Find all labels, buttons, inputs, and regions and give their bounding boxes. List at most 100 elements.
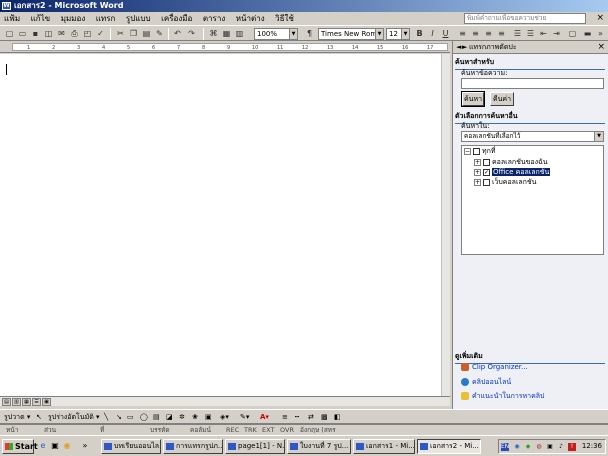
redo-icon[interactable]: ↷ — [186, 28, 197, 39]
decrease-indent-icon[interactable]: ⇤ — [538, 28, 549, 39]
email-icon[interactable]: ✉ — [56, 28, 67, 39]
task-pane-header[interactable]: ◄ ► แทรกภาพตัดปะ × — [453, 41, 608, 54]
toolbar-options-icon[interactable]: » — [595, 28, 606, 39]
arrow-icon[interactable]: ↘ — [116, 412, 122, 423]
insert-table-icon[interactable]: ▥ — [234, 28, 245, 39]
word-app-icon[interactable]: W — [2, 2, 11, 10]
show-desktop-icon[interactable]: ▣ — [50, 441, 60, 451]
copy-icon[interactable]: ❐ — [128, 28, 139, 39]
menu-table[interactable]: ตาราง — [199, 12, 229, 25]
menu-window[interactable]: หน้าต่าง — [232, 12, 269, 25]
close-document-icon[interactable]: × — [596, 12, 604, 25]
italic-button[interactable]: I — [427, 28, 438, 39]
taskbar-button-6[interactable]: เอกสาร2 - Mi... — [417, 439, 481, 454]
border-icon[interactable]: ▢ — [567, 28, 578, 39]
print-preview-icon[interactable]: ◰ — [82, 28, 93, 39]
font-select[interactable]: Times New Roman ▼ — [318, 28, 384, 40]
taskbar-button-5[interactable]: เอกสาร1 - Mi... — [353, 439, 415, 454]
oval-icon[interactable]: ◯ — [140, 412, 148, 423]
search-input[interactable] — [461, 78, 604, 89]
menu-file[interactable]: แฟ้ม — [0, 12, 24, 25]
justify-icon[interactable]: ≡ — [496, 28, 507, 39]
new-document-icon[interactable]: ▢ — [4, 28, 15, 39]
tray-alert-icon[interactable]: ! — [568, 443, 576, 451]
taskbar-button-2[interactable]: การแทรกรูปภ... — [163, 439, 223, 454]
checkbox-unchecked-icon[interactable] — [483, 158, 490, 166]
normal-view-icon[interactable]: ▤ — [2, 398, 11, 406]
quicklaunch-more-icon[interactable]: » — [80, 441, 90, 451]
taskbar-button-4[interactable]: ใบงานที่ 7 รูป... — [287, 439, 351, 454]
clipart-icon[interactable]: ❀ — [192, 412, 198, 423]
tray-volume-icon[interactable]: ♪ — [557, 443, 565, 451]
autoshapes-menu-button[interactable]: รูปร่างอัตโนมัติ ▾ — [48, 412, 100, 423]
title-bar[interactable]: W เอกสาร2 - Microsoft Word — [0, 0, 608, 12]
chevron-down-icon[interactable]: ▼ — [375, 29, 383, 39]
search-button[interactable]: ค้นหา — [461, 91, 485, 107]
cut-icon[interactable]: ✂ — [115, 28, 126, 39]
line-color-icon[interactable]: ✎▾ — [240, 412, 249, 423]
rectangle-icon[interactable]: ▭ — [127, 412, 134, 423]
tree-row-everywhere[interactable]: − ทุกที่ — [464, 147, 495, 156]
highlight-icon[interactable]: ▬ — [582, 28, 593, 39]
tray-app-icon[interactable]: ◉ — [513, 443, 521, 451]
clock[interactable]: 12:36 — [582, 440, 602, 453]
status-ovr[interactable]: OVR — [280, 425, 294, 435]
close-icon[interactable]: × — [597, 43, 605, 52]
align-left-icon[interactable]: ≡ — [457, 28, 468, 39]
clip-tips-link[interactable]: คำแนะนำในการหาคลิป — [461, 391, 544, 402]
select-objects-icon[interactable]: ↖ — [36, 412, 42, 423]
outlook-icon[interactable]: ◉ — [62, 441, 72, 451]
print-layout-icon[interactable]: ▦ — [22, 398, 31, 406]
shadow-icon[interactable]: ▩ — [321, 412, 328, 423]
print-icon[interactable]: ⎙ — [69, 28, 80, 39]
expand-icon[interactable]: + — [474, 168, 481, 176]
chevron-down-icon[interactable]: ▼ — [401, 29, 409, 39]
tray-network-icon[interactable]: ◆ — [524, 443, 532, 451]
arrow-style-icon[interactable]: ⇄ — [308, 412, 314, 423]
align-center-icon[interactable]: ≡ — [470, 28, 481, 39]
forward-icon[interactable]: ► — [462, 43, 467, 51]
font-color-icon[interactable]: A▾ — [260, 412, 269, 423]
wordart-icon[interactable]: ◪ — [166, 412, 173, 423]
menu-help[interactable]: วิธีใช้ — [271, 12, 298, 25]
ask-question-box[interactable]: พิมพ์คำถามเพื่อขอความช่วย — [464, 13, 586, 24]
clip-organizer-link[interactable]: Clip Organizer... — [461, 363, 528, 371]
tray-monitor-icon[interactable]: ▣ — [546, 443, 554, 451]
outline-view-icon[interactable]: ☰ — [32, 398, 41, 406]
dash-style-icon[interactable]: ┅ — [295, 412, 299, 423]
draw-menu-button[interactable]: รูปวาด ▾ — [4, 412, 30, 423]
tree-row-my-collections[interactable]: + คอลเลกชันของฉัน — [474, 158, 548, 167]
chevron-down-icon[interactable]: ▼ — [594, 132, 603, 141]
collection-tree[interactable]: − ทุกที่ + คอลเลกชันของฉัน + ✓ Office คอลเลก… — [461, 145, 604, 255]
line-icon[interactable]: ╲ — [104, 412, 108, 423]
horizontal-ruler[interactable]: 1 2 3 4 5 6 7 8 9 10 11 12 13 14 15 16 17 — [0, 41, 450, 53]
bold-button[interactable]: B — [414, 28, 425, 39]
tray-antivirus-icon[interactable]: ◍ — [535, 443, 543, 451]
textbox-icon[interactable]: ▤ — [153, 412, 160, 423]
align-right-icon[interactable]: ≡ — [483, 28, 494, 39]
tree-row-office-collections[interactable]: + ✓ Office คอลเลกชัน — [474, 168, 551, 177]
hyperlink-icon[interactable]: ⌘ — [208, 28, 219, 39]
menu-tools[interactable]: เครื่องมือ — [157, 12, 196, 25]
ruler-track[interactable]: 1 2 3 4 5 6 7 8 9 10 11 12 13 14 15 16 17 — [12, 43, 448, 51]
ie-icon[interactable]: e — [38, 441, 48, 451]
font-size-select[interactable]: 12 ▼ — [386, 28, 410, 40]
fill-color-icon[interactable]: ◈▾ — [220, 412, 229, 423]
paste-icon[interactable]: ▤ — [141, 28, 152, 39]
picture-icon[interactable]: ▣ — [205, 412, 212, 423]
spelling-icon[interactable]: ✓ — [95, 28, 106, 39]
status-trk[interactable]: TRK — [244, 425, 257, 435]
checkbox-unchecked-icon[interactable] — [483, 178, 490, 186]
open-folder-icon[interactable]: ▭ — [17, 28, 28, 39]
line-style-icon[interactable]: ≡ — [282, 412, 288, 423]
vertical-scrollbar[interactable] — [441, 54, 450, 396]
reading-layout-icon[interactable]: ▣ — [42, 398, 51, 406]
underline-button[interactable]: U — [440, 28, 451, 39]
tree-row-web-collections[interactable]: + เว็บคอลเลกชัน — [474, 178, 536, 187]
clip-online-link[interactable]: คลิปออนไลน์ — [461, 377, 511, 388]
numbering-icon[interactable]: ☰ — [512, 28, 523, 39]
restore-button[interactable]: คืนค่า — [490, 92, 514, 106]
status-ext[interactable]: EXT — [262, 425, 274, 435]
3d-icon[interactable]: ◧ — [334, 412, 341, 423]
back-icon[interactable]: ◄ — [456, 43, 461, 51]
